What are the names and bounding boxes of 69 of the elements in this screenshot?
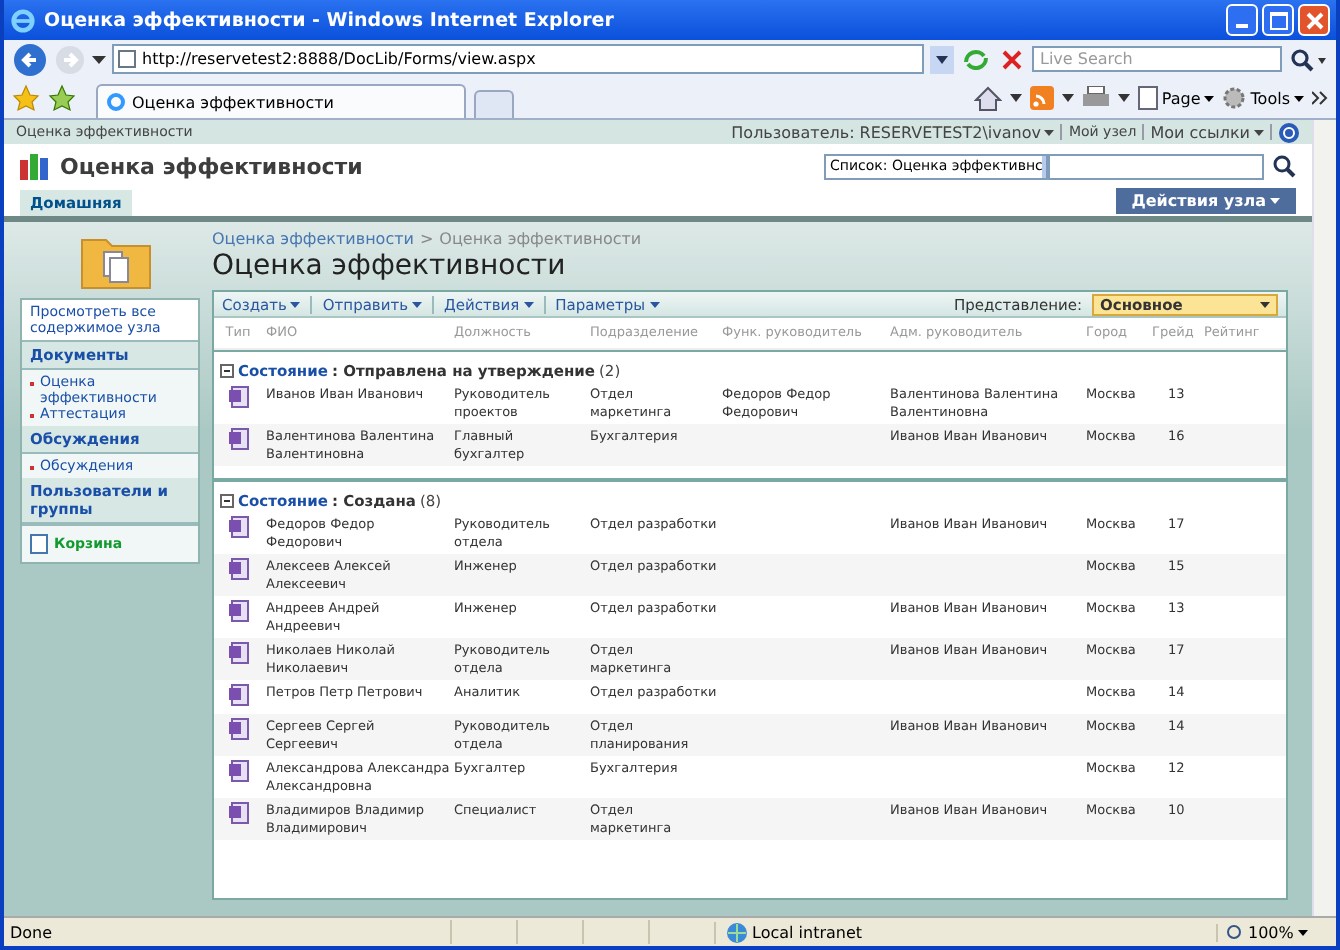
breadcrumb-link[interactable]: Оценка эффективности: [212, 230, 414, 248]
breadcrumb-separator: >: [419, 230, 434, 248]
page-icon: [1137, 86, 1158, 110]
document-icon[interactable]: [227, 642, 249, 664]
add-favorite-icon[interactable]: [48, 84, 76, 112]
caret-icon: [1270, 198, 1280, 204]
favorites-star-icon[interactable]: [12, 84, 40, 112]
dropdown-icon[interactable]: [1061, 94, 1074, 102]
minimize-button[interactable]: [1226, 4, 1258, 36]
document-icon[interactable]: [227, 802, 249, 824]
caret-icon: [1254, 129, 1264, 135]
document-icon[interactable]: [227, 600, 249, 622]
gear-icon: [1222, 86, 1247, 110]
help-icon[interactable]: [1278, 121, 1300, 143]
ie-logo-icon: [106, 92, 126, 112]
document-icon[interactable]: [227, 516, 249, 538]
status-text: Done: [8, 923, 55, 941]
site-logo-icon: [20, 152, 52, 180]
recycle-bin-icon: [30, 534, 48, 554]
browser-tab[interactable]: Оценка эффективности: [96, 84, 466, 118]
page-icon: [118, 50, 136, 68]
caret-icon: [1297, 929, 1308, 935]
tools-menu[interactable]: Tools: [1222, 86, 1304, 110]
ie-logo-icon: [10, 7, 36, 33]
document-icon[interactable]: [227, 684, 249, 706]
caret-icon: [290, 301, 301, 307]
search-icon[interactable]: [1288, 45, 1328, 73]
magnifier-icon: [1226, 923, 1244, 941]
close-icon: [1305, 11, 1323, 29]
site-title: Оценка эффективности: [60, 153, 363, 179]
zoom-level[interactable]: 100%: [1216, 923, 1336, 941]
collapse-icon[interactable]: [220, 364, 234, 378]
caret-icon: [412, 301, 423, 307]
network-globe-icon: [726, 921, 748, 943]
page-title: Оценка эффективности: [212, 250, 568, 282]
document-icon[interactable]: [227, 718, 249, 740]
caret-icon: [1044, 129, 1055, 135]
dropdown-icon[interactable]: [1009, 94, 1022, 102]
home-icon[interactable]: [973, 85, 1002, 111]
back-button[interactable]: [12, 41, 48, 77]
collapse-icon[interactable]: [220, 494, 234, 508]
scrollbar[interactable]: [1312, 120, 1336, 916]
maximize-button[interactable]: [1262, 4, 1294, 36]
address-field[interactable]: http://reservetest2:8888/DocLib/Forms/view.aspx: [112, 44, 924, 74]
dropdown-icon[interactable]: [92, 55, 106, 63]
site-actions-menu[interactable]: Действия узла: [1115, 188, 1296, 214]
page-menu[interactable]: Page: [1137, 86, 1215, 110]
caret-icon: [1260, 301, 1270, 307]
caret-icon: [523, 301, 534, 307]
search-field[interactable]: Live Search: [1032, 46, 1282, 72]
caret-icon: [1204, 95, 1215, 101]
printer-icon[interactable]: [1081, 86, 1110, 110]
document-icon[interactable]: [227, 428, 249, 450]
my-links-menu[interactable]: Мои ссылки: [1150, 123, 1264, 141]
stop-icon[interactable]: [998, 45, 1026, 73]
security-zone: Local intranet: [752, 923, 863, 941]
dropdown-icon[interactable]: [930, 45, 954, 73]
dropdown-icon[interactable]: [1117, 94, 1130, 102]
document-icon[interactable]: [227, 386, 249, 408]
document-icon[interactable]: [227, 760, 249, 782]
user-menu[interactable]: Пользователь: RESERVETEST2\ivanov: [731, 123, 1055, 141]
search-icon[interactable]: [1272, 154, 1296, 178]
caret-icon: [1294, 95, 1304, 101]
site-search-field[interactable]: [1048, 153, 1264, 179]
chevron-icon[interactable]: [1312, 90, 1328, 106]
document-icon[interactable]: [227, 558, 249, 580]
close-button[interactable]: [1298, 4, 1330, 36]
window-title: Оценка эффективности - Windows Internet Explorer: [44, 9, 616, 31]
caret-icon: [649, 301, 660, 307]
